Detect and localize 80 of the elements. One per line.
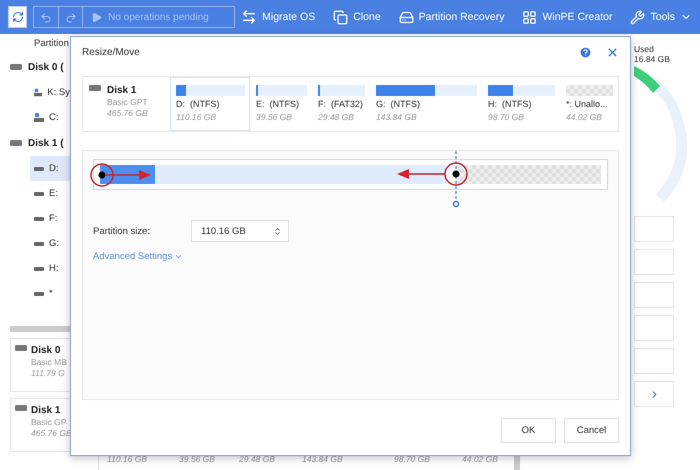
partition-item[interactable]: F: <box>30 206 70 231</box>
left-resize-handle[interactable] <box>89 162 153 188</box>
partition-size-field[interactable]: 110.16 GB <box>191 220 289 242</box>
usage-label: Used <box>634 44 655 54</box>
partition-block[interactable]: E: (NTFS) 39.56 GB <box>250 77 312 131</box>
partition-size: 39.56 GB <box>178 454 216 466</box>
disk-name[interactable]: Disk 0 ( <box>28 62 64 72</box>
cancel-button[interactable]: Cancel <box>564 418 619 443</box>
partition-block[interactable]: G: (NTFS) 143.84 GB <box>370 77 482 131</box>
partition-size: 143.84 GB <box>301 454 344 466</box>
partition-block[interactable]: *: Unallo... 44.02 GB <box>560 77 618 131</box>
toolbar-button[interactable]: WinPE Creator <box>522 10 612 24</box>
drive-icon <box>34 242 44 246</box>
partition-size: 110.16 GB <box>106 454 148 466</box>
partition-item[interactable]: C: <box>30 105 70 130</box>
disk-name[interactable]: Disk 1 ( <box>28 138 64 148</box>
chevron-down-icon <box>174 252 184 261</box>
partition-label: *: Unallo... <box>566 99 609 109</box>
play-icon <box>91 12 102 22</box>
partition-size: 29.48 GB <box>318 112 355 122</box>
partition-size: 143.84 GB <box>376 112 418 122</box>
partition-block[interactable]: H: (NTFS) 98.70 GB <box>482 77 560 131</box>
disk-size: 111.79 G <box>31 368 66 378</box>
windows-icon <box>522 10 538 24</box>
partition-size: 98.70 GB <box>488 112 525 122</box>
partition-item[interactable]: G: <box>30 231 70 256</box>
ok-button[interactable]: OK <box>501 418 556 443</box>
partition-item[interactable]: D: <box>30 156 70 181</box>
drive-icon <box>34 216 44 220</box>
disk-type: Basic MB <box>31 357 67 367</box>
partition-size: 44.02 GB <box>461 454 499 466</box>
partition-label: G: (NTFS) <box>376 99 421 109</box>
help-icon[interactable] <box>579 46 592 58</box>
partition-label: D: (NTFS) <box>176 99 220 109</box>
system-drive-icon <box>34 88 42 97</box>
partition-block[interactable]: D: (NTFS) 110.16 GB <box>170 77 250 131</box>
drive-icon <box>34 266 44 270</box>
resize-track[interactable] <box>100 165 601 184</box>
disk-type: Basic GPT <box>107 97 148 107</box>
partition-size: 44.02 GB <box>566 112 603 122</box>
copy-icon <box>333 10 348 24</box>
close-icon[interactable] <box>606 46 619 58</box>
undo-icon <box>40 12 52 24</box>
disk-name: Disk 0 <box>31 345 62 356</box>
partition-size: 29.48 GB <box>238 454 276 466</box>
partition-label: F: (FAT32) <box>318 99 364 109</box>
partition-size: 39.56 GB <box>256 112 293 122</box>
field-label: Partition size: <box>93 226 152 236</box>
wrench-icon <box>630 10 646 24</box>
partition-item[interactable]: K: Sy <box>30 80 70 105</box>
partition-item[interactable]: * <box>30 281 70 306</box>
toolbar-button[interactable]: Clone <box>333 10 381 24</box>
partition-item[interactable]: E: <box>30 181 70 206</box>
transfer-icon <box>241 9 258 25</box>
unallocated-bar <box>566 85 613 96</box>
disk-type: Basic GP <box>31 417 68 427</box>
spinner-arrows-icon[interactable] <box>273 226 282 236</box>
partition-label: H: (NTFS) <box>488 99 532 109</box>
drive-icon <box>34 192 44 196</box>
refresh-icon <box>12 11 24 23</box>
toolbar-button[interactable]: Migrate OS <box>241 9 316 25</box>
refresh-button[interactable] <box>8 6 28 28</box>
usage-value: 16.84 GB <box>634 54 671 64</box>
partition-item[interactable]: H: <box>30 256 70 281</box>
toolbar-button[interactable]: Tools <box>630 10 692 24</box>
partition-block[interactable]: F: (FAT32) 29.48 GB <box>312 77 370 131</box>
dialog-title: Resize/Move <box>82 46 140 58</box>
partition-size: 110.16 GB <box>176 112 218 122</box>
partition-size: 98.70 GB <box>393 454 431 466</box>
disk-size: 465.76 GB <box>107 108 148 118</box>
drive-icon <box>34 292 44 296</box>
disk-name: Disk 1 <box>31 405 62 416</box>
partition-label: E: (NTFS) <box>256 99 300 109</box>
toolbar-button[interactable]: Partition Recovery <box>398 10 504 24</box>
redo-icon <box>64 12 77 24</box>
system-drive-icon <box>34 113 44 122</box>
disk-name: Disk 1 <box>107 85 138 96</box>
drive-icon <box>398 10 414 24</box>
partition-extent[interactable] <box>100 165 456 184</box>
drive-icon <box>34 166 44 170</box>
